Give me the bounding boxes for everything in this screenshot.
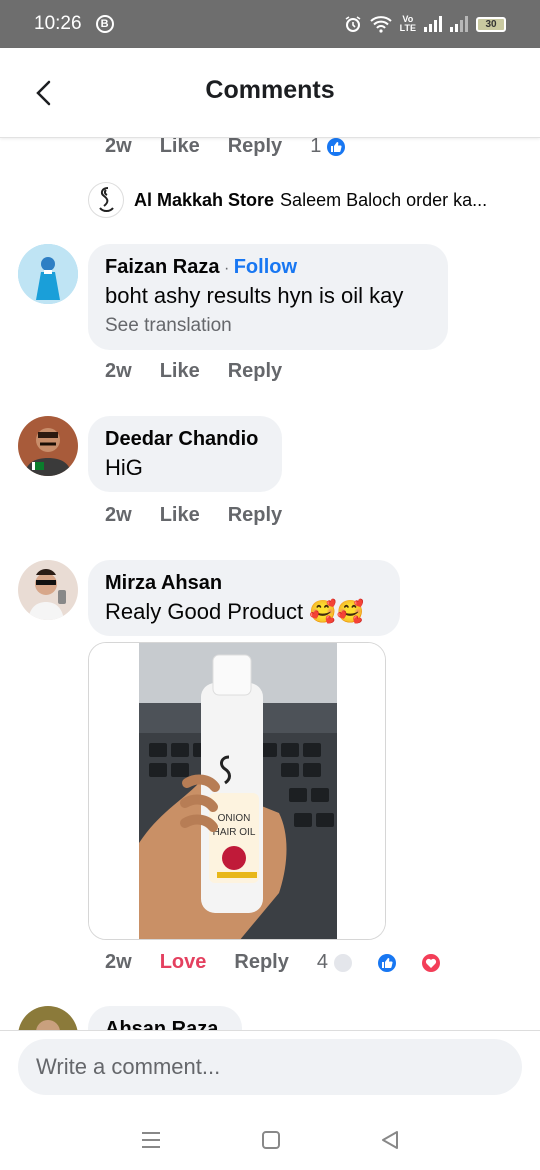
system-nav-bar (0, 1110, 540, 1170)
like-button[interactable]: Like (160, 504, 200, 527)
comment-input[interactable]: Write a comment... (18, 1039, 522, 1095)
like-reaction-icon (375, 951, 398, 974)
signal-icon-1 (424, 16, 442, 32)
avatar[interactable] (18, 416, 78, 476)
b-badge-icon: B (95, 15, 114, 33)
avatar[interactable] (18, 244, 78, 304)
battery-icon: 30 (476, 16, 506, 32)
reaction-count: 4 (317, 951, 470, 974)
photo-label: ONION (218, 813, 251, 824)
reply-button[interactable]: Reply (228, 504, 282, 527)
comment-composer: Write a comment... (0, 1030, 540, 1110)
photo-label: HAIR OIL (213, 827, 256, 838)
see-translation-link[interactable]: See translation (105, 315, 431, 337)
comment-actions-top: 2w Like Reply 1 (105, 138, 375, 158)
avatar[interactable] (18, 560, 78, 620)
status-bar: 10:26 B Vo LTE 30 (0, 0, 540, 48)
alarm-icon (345, 16, 361, 32)
comment-bubble[interactable]: Deedar Chandio HiG (88, 416, 282, 492)
comment-time: 2w (105, 504, 132, 526)
comment-text: HiG (105, 455, 143, 480)
comment-actions: 2w Like Reply (105, 360, 310, 383)
comment-actions: 2w Like Reply (105, 504, 310, 527)
follow-button[interactable]: Follow (234, 256, 297, 278)
store-reply-preview[interactable]: Al Makkah Store Saleem Baloch order ka..… (88, 182, 487, 218)
comment-author[interactable]: Faizan Raza (105, 256, 219, 278)
comments-feed[interactable]: 2w Like Reply 1 Al Makkah Store Saleem B… (0, 138, 540, 1030)
separator: · (223, 260, 230, 277)
comment-bubble[interactable]: Mirza Ahsan Realy Good Product 🥰🥰 (88, 560, 400, 636)
comment-author[interactable]: Mirza Ahsan (105, 572, 383, 595)
wifi-icon (369, 16, 392, 33)
reply-author[interactable]: Al Makkah Store (134, 190, 274, 211)
comment-author[interactable]: Ahsan Raza (105, 1018, 225, 1030)
like-button[interactable]: Like (160, 138, 200, 158)
reply-button[interactable]: Reply (234, 951, 288, 974)
reaction-blank-icon (331, 951, 354, 974)
signal-icon-2 (450, 16, 468, 32)
love-reaction-icon (419, 951, 442, 974)
page-title: Comments (205, 76, 335, 104)
store-logo-icon (88, 182, 124, 218)
reply-button[interactable]: Reply (228, 360, 282, 383)
comment-time: 2w (105, 951, 132, 973)
comment-bubble[interactable]: Ahsan Raza (88, 1006, 242, 1030)
love-button[interactable]: Love (160, 951, 207, 974)
status-time: 10:26 (34, 13, 82, 34)
comment-text: Realy Good Product 🥰🥰 (105, 599, 365, 624)
comment-bubble[interactable]: Faizan Raza · Follow boht ashy results h… (88, 244, 448, 350)
avatar[interactable] (18, 1006, 78, 1030)
comment-author[interactable]: Deedar Chandio (105, 428, 265, 451)
comment-time: 2w (105, 360, 132, 382)
comment-text: boht ashy results hyn is oil kay (105, 283, 404, 308)
back-icon[interactable] (380, 1130, 400, 1150)
like-button[interactable]: Like (160, 360, 200, 383)
comment-photo[interactable]: ONION HAIR OIL (88, 642, 386, 940)
like-reaction-icon (325, 138, 348, 158)
product-photo-image: ONION HAIR OIL (89, 643, 385, 939)
menu-icon[interactable] (140, 1130, 162, 1150)
volte-icon: Vo LTE (399, 14, 416, 33)
home-icon[interactable] (261, 1130, 281, 1150)
comments-header: Comments (0, 48, 540, 138)
status-icons: Vo LTE 30 (344, 15, 506, 33)
reply-text: Saleem Baloch order ka... (280, 189, 488, 210)
comment-time: 2w (105, 138, 132, 157)
reply-button[interactable]: Reply (228, 138, 282, 158)
comment-actions: 2w Love Reply 4 (105, 951, 470, 974)
reaction-count: 1 (310, 138, 375, 158)
